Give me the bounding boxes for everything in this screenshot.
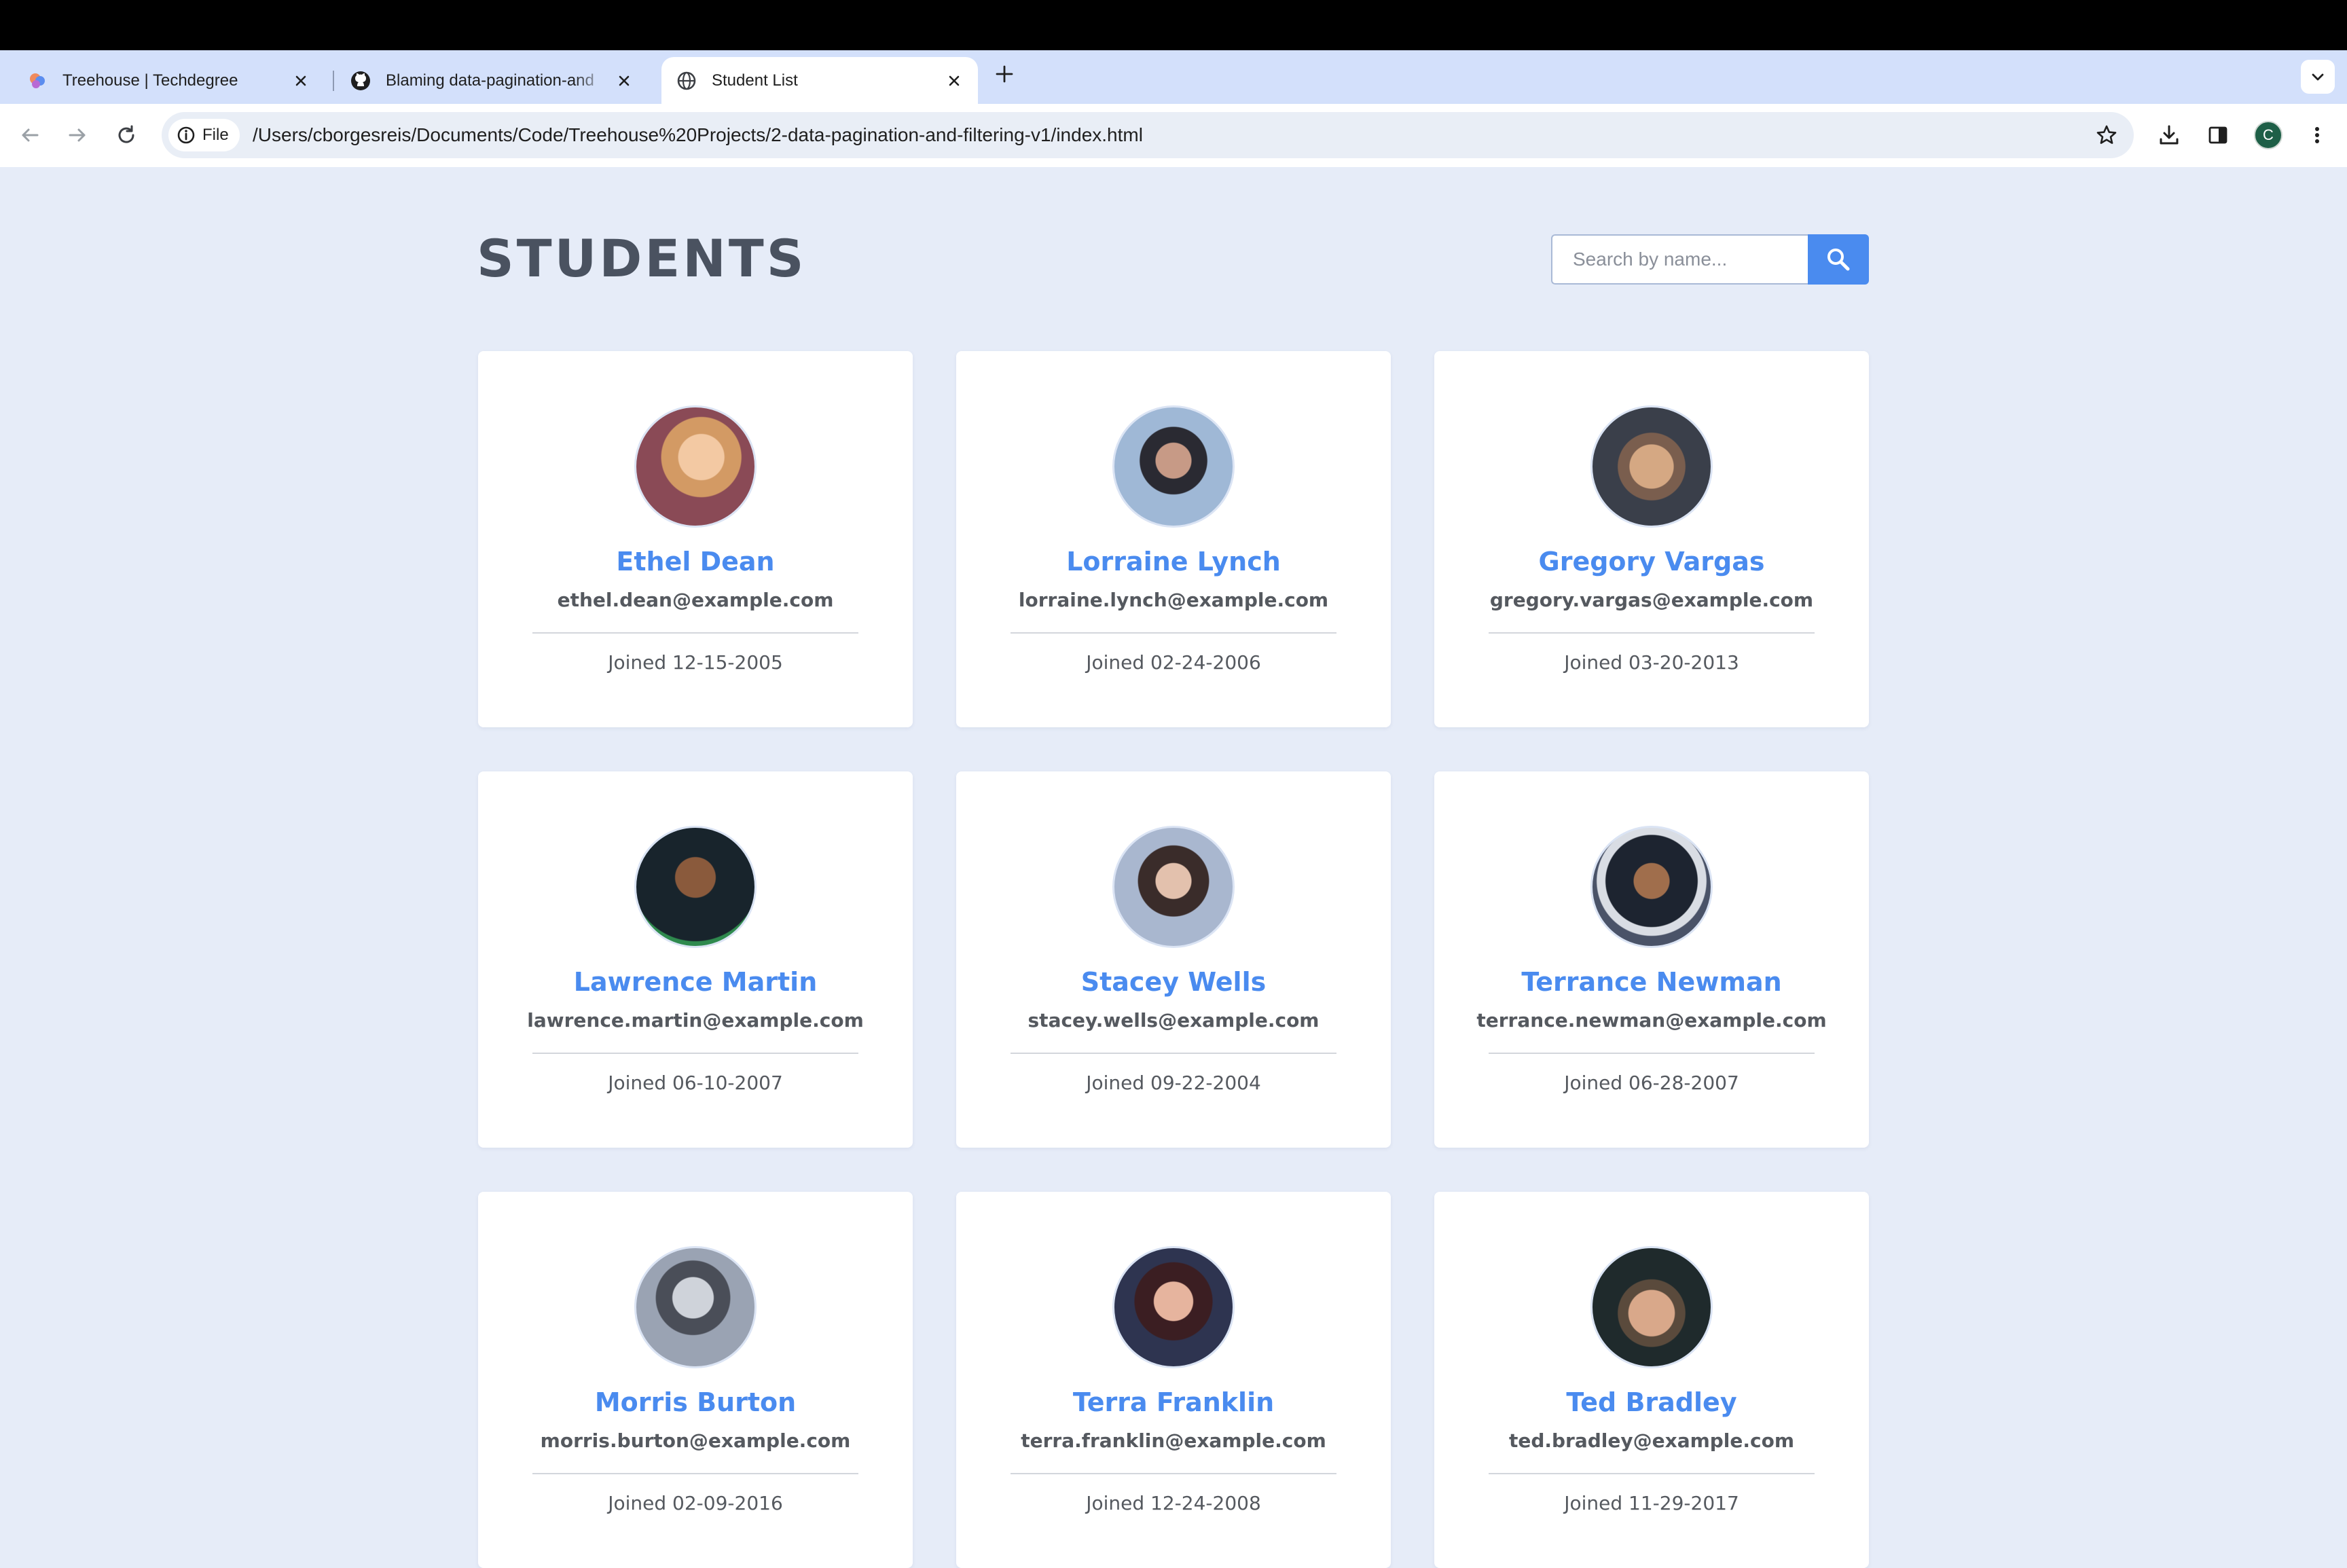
profile-button[interactable]: C <box>2251 117 2286 153</box>
close-icon[interactable] <box>945 72 963 90</box>
joined-date: Joined 06-10-2007 <box>608 1072 783 1094</box>
arrow-left-icon <box>22 128 39 142</box>
avatar: C <box>2254 121 2282 149</box>
search-icon <box>1827 249 1850 271</box>
divider <box>1011 1473 1336 1474</box>
divider <box>1489 1053 1815 1054</box>
student-name: Ted Bradley <box>1566 1387 1737 1417</box>
tab-github[interactable]: Blaming data-pagination-and <box>335 57 648 104</box>
side-panel-icon <box>2208 126 2227 144</box>
reload-button[interactable] <box>109 117 144 153</box>
student-email: stacey.wells@example.com <box>1027 1009 1320 1032</box>
student-card: Lawrence Martin lawrence.martin@example.… <box>478 771 913 1148</box>
search-input[interactable] <box>1551 234 1808 285</box>
divider <box>1489 632 1815 634</box>
divider <box>532 1053 858 1054</box>
search-button[interactable] <box>1808 234 1869 285</box>
url-text[interactable]: /Users/cborgesreis/Documents/Code/Treeho… <box>253 112 1143 158</box>
github-icon <box>351 71 370 90</box>
reload-icon <box>118 125 134 143</box>
student-avatar <box>1590 826 1713 948</box>
joined-date: Joined 09-22-2004 <box>1086 1072 1261 1094</box>
student-name: Lorraine Lynch <box>1066 547 1281 577</box>
browser-toolbar: File /Users/cborgesreis/Documents/Code/T… <box>0 104 2347 167</box>
downloads-button[interactable] <box>2151 117 2187 153</box>
joined-date: Joined 02-24-2006 <box>1086 651 1261 674</box>
page-content: STUDENTS Ethel Dean ethel.dean@example.c… <box>0 167 2347 1568</box>
student-card: Ted Bradley ted.bradley@example.com Join… <box>1434 1192 1869 1568</box>
download-icon <box>2160 125 2179 145</box>
student-card: Morris Burton morris.burton@example.com … <box>478 1192 913 1568</box>
student-avatar <box>634 405 757 528</box>
student-card: Ethel Dean ethel.dean@example.com Joined… <box>478 351 913 727</box>
divider <box>1011 1053 1336 1054</box>
student-email: lawrence.martin@example.com <box>527 1009 864 1032</box>
student-email: morris.burton@example.com <box>540 1429 851 1452</box>
joined-date: Joined 06-28-2007 <box>1564 1072 1739 1094</box>
student-name: Lawrence Martin <box>573 967 818 997</box>
student-avatar <box>1590 1246 1713 1368</box>
close-icon[interactable] <box>292 72 310 90</box>
student-email: ted.bradley@example.com <box>1508 1429 1795 1452</box>
info-icon <box>177 126 195 144</box>
student-email: terrance.newman@example.com <box>1476 1009 1827 1032</box>
student-email: gregory.vargas@example.com <box>1489 589 1814 611</box>
star-icon <box>2096 125 2117 144</box>
student-avatar <box>1112 826 1235 948</box>
joined-date: Joined 02-09-2016 <box>608 1492 783 1514</box>
student-name: Morris Burton <box>594 1387 797 1417</box>
student-avatar <box>634 1246 757 1368</box>
menu-button[interactable] <box>2299 117 2335 153</box>
bookmark-button[interactable] <box>2089 117 2124 153</box>
back-button[interactable] <box>12 117 48 153</box>
tab-search-button[interactable] <box>2301 60 2335 94</box>
joined-date: Joined 12-24-2008 <box>1086 1492 1261 1514</box>
student-card: Terra Franklin terra.franklin@example.co… <box>956 1192 1391 1568</box>
tab-separator <box>333 71 334 91</box>
joined-date: Joined 03-20-2013 <box>1564 651 1739 674</box>
joined-date: Joined 11-29-2017 <box>1564 1492 1739 1514</box>
student-avatar <box>1590 405 1713 528</box>
new-tab-icon[interactable] <box>993 62 1016 86</box>
student-card: Terrance Newman terrance.newman@example.… <box>1434 771 1869 1148</box>
chip-label: File <box>202 126 229 144</box>
divider <box>532 1473 858 1474</box>
chevron-down-icon <box>2312 73 2324 81</box>
treehouse-icon <box>30 73 45 88</box>
student-name: Ethel Dean <box>616 547 775 577</box>
student-email: terra.franklin@example.com <box>1021 1429 1326 1452</box>
tab-treehouse[interactable]: Treehouse | Techdegree <box>12 57 325 104</box>
page-title: STUDENTS <box>477 228 807 289</box>
tab-title: Blaming data-pagination-and <box>386 71 594 90</box>
student-name: Stacey Wells <box>1080 967 1267 997</box>
forward-button[interactable] <box>60 117 95 153</box>
student-email: ethel.dean@example.com <box>557 589 834 611</box>
student-card: Gregory Vargas gregory.vargas@example.co… <box>1434 351 1869 727</box>
close-icon[interactable] <box>615 72 633 90</box>
tab-title: Treehouse | Techdegree <box>62 71 238 90</box>
divider <box>1011 632 1336 634</box>
student-email: lorraine.lynch@example.com <box>1018 589 1329 611</box>
student-name: Terra Franklin <box>1072 1387 1275 1417</box>
student-avatar <box>1112 1246 1235 1368</box>
student-card: Lorraine Lynch lorraine.lynch@example.co… <box>956 351 1391 727</box>
divider <box>532 632 858 634</box>
student-avatar <box>634 826 757 948</box>
site-info-chip[interactable]: File <box>168 119 240 151</box>
joined-date: Joined 12-15-2005 <box>608 651 783 674</box>
system-menu-bar <box>0 0 2347 50</box>
arrow-right-icon <box>69 128 86 142</box>
tab-strip: Treehouse | Techdegree Blaming data-pagi… <box>0 50 2347 104</box>
address-bar[interactable]: File /Users/cborgesreis/Documents/Code/T… <box>162 112 2134 158</box>
student-card: Stacey Wells stacey.wells@example.com Jo… <box>956 771 1391 1148</box>
divider <box>1489 1473 1815 1474</box>
tab-student-list[interactable]: Student List <box>661 57 978 104</box>
more-vertical-icon <box>2315 127 2319 143</box>
tab-title: Student List <box>712 71 798 90</box>
student-name: Terrance Newman <box>1521 967 1782 997</box>
student-avatar <box>1112 405 1235 528</box>
side-panel-button[interactable] <box>2200 117 2236 153</box>
student-name: Gregory Vargas <box>1538 547 1765 577</box>
globe-icon <box>677 71 696 90</box>
